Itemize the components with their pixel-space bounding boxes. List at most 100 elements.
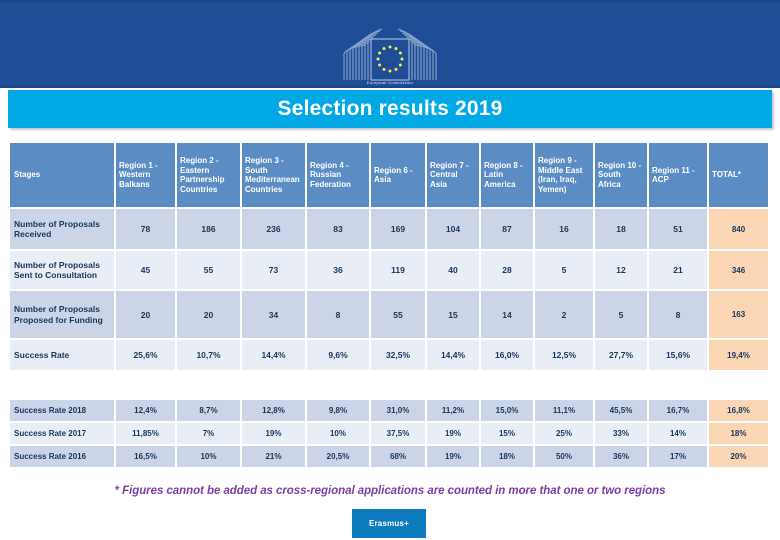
cell: 8: [307, 291, 369, 338]
cell: 32,5%: [371, 340, 425, 370]
cell: 5: [595, 291, 647, 338]
table-row: Success Rate 25,6% 10,7% 14,4% 9,6% 32,5…: [10, 340, 768, 370]
cell: 20: [116, 291, 175, 338]
row-label-success-rate: Success Rate: [10, 340, 114, 370]
cell: 14: [481, 291, 533, 338]
cell: 11,1%: [535, 400, 593, 421]
column-header-total: TOTAL*: [709, 143, 768, 207]
column-header-region-2: Region 2 - Eastern Partnership Countries: [177, 143, 240, 207]
logo-caption: European Commission: [366, 80, 414, 85]
cell-total: 163: [709, 291, 768, 338]
column-header-region-7: Region 7 - Central Asia: [427, 143, 479, 207]
cell: 12,4%: [116, 400, 175, 421]
cell: 19%: [427, 446, 479, 467]
cell: 20,5%: [307, 446, 369, 467]
column-header-region-4: Region 4 - Russian Federation: [307, 143, 369, 207]
cell: 14%: [649, 423, 707, 444]
cell: 11,85%: [116, 423, 175, 444]
cell: 9,8%: [307, 400, 369, 421]
cell: 12,5%: [535, 340, 593, 370]
cell: 2: [535, 291, 593, 338]
cell: 18: [595, 209, 647, 249]
cell: 55: [371, 291, 425, 338]
table-row: Number of Proposals Received 78 186 236 …: [10, 209, 768, 249]
cell: 7%: [177, 423, 240, 444]
cell: 11,2%: [427, 400, 479, 421]
cell: 10%: [307, 423, 369, 444]
cell: 104: [427, 209, 479, 249]
cell: 21%: [242, 446, 305, 467]
cell: 8: [649, 291, 707, 338]
cell-total: 16,8%: [709, 400, 768, 421]
table-header-row: Stages Region 1 - Western Balkans Region…: [10, 143, 768, 207]
column-header-region-11: Region 11 - ACP: [649, 143, 707, 207]
cell: 27,7%: [595, 340, 647, 370]
cell-total: 840: [709, 209, 768, 249]
cell: 87: [481, 209, 533, 249]
cell: 33%: [595, 423, 647, 444]
cell: 14,4%: [427, 340, 479, 370]
cell: 186: [177, 209, 240, 249]
selection-results-table: Stages Region 1 - Western Balkans Region…: [8, 141, 770, 372]
cell: 5: [535, 251, 593, 289]
cell: 10%: [177, 446, 240, 467]
cell: 17%: [649, 446, 707, 467]
cell: 73: [242, 251, 305, 289]
cell-total: 19,4%: [709, 340, 768, 370]
column-header-region-10: Region 10 - South Africa: [595, 143, 647, 207]
table-row: Success Rate 2018 12,4% 8,7% 12,8% 9,8% …: [10, 400, 768, 421]
european-commission-logo: [336, 24, 444, 86]
table-row: Success Rate 2017 11,85% 7% 19% 10% 37,5…: [10, 423, 768, 444]
cell-total: 20%: [709, 446, 768, 467]
column-header-region-9: Region 9 - Middle East (Iran, Iraq, Yeme…: [535, 143, 593, 207]
column-header-stages: Stages: [10, 143, 114, 207]
cell: 12,8%: [242, 400, 305, 421]
cell: 16: [535, 209, 593, 249]
cell: 169: [371, 209, 425, 249]
cell: 19%: [242, 423, 305, 444]
cell: 16,5%: [116, 446, 175, 467]
cell: 55: [177, 251, 240, 289]
column-header-region-3: Region 3 - South Mediterranean Countries: [242, 143, 305, 207]
cell: 236: [242, 209, 305, 249]
cell: 19%: [427, 423, 479, 444]
row-label-success-rate-2017: Success Rate 2017: [10, 423, 114, 444]
cell: 45: [116, 251, 175, 289]
cell: 16,0%: [481, 340, 533, 370]
cell: 37,5%: [371, 423, 425, 444]
cell: 36%: [595, 446, 647, 467]
top-banner: European Commission: [0, 0, 780, 88]
historical-success-rate-table-wrapper: Success Rate 2018 12,4% 8,7% 12,8% 9,8% …: [8, 398, 768, 469]
table-row: Number of Proposals Proposed for Funding…: [10, 291, 768, 338]
table-row: Number of Proposals Sent to Consultation…: [10, 251, 768, 289]
cell: 9,6%: [307, 340, 369, 370]
cell: 15,0%: [481, 400, 533, 421]
cell: 16,7%: [649, 400, 707, 421]
title-bar: Selection results 2019: [8, 90, 772, 128]
row-label-proposals-received: Number of Proposals Received: [10, 209, 114, 249]
column-header-region-1: Region 1 - Western Balkans: [116, 143, 175, 207]
cell: 21: [649, 251, 707, 289]
cell: 50%: [535, 446, 593, 467]
cell: 40: [427, 251, 479, 289]
cell: 119: [371, 251, 425, 289]
cell: 51: [649, 209, 707, 249]
cell: 25%: [535, 423, 593, 444]
cell: 31,0%: [371, 400, 425, 421]
cell: 68%: [371, 446, 425, 467]
column-header-region-6: Region 6 - Asia: [371, 143, 425, 207]
table-body: Number of Proposals Received 78 186 236 …: [10, 209, 768, 370]
cell: 36: [307, 251, 369, 289]
cell: 34: [242, 291, 305, 338]
footnote: * Figures cannot be added as cross-regio…: [114, 485, 666, 497]
cell: 15: [427, 291, 479, 338]
cell: 25,6%: [116, 340, 175, 370]
cell: 15,6%: [649, 340, 707, 370]
cell: 28: [481, 251, 533, 289]
row-label-proposals-sent: Number of Proposals Sent to Consultation: [10, 251, 114, 289]
cell: 45,5%: [595, 400, 647, 421]
table-row: Success Rate 2016 16,5% 10% 21% 20,5% 68…: [10, 446, 768, 467]
cell: 20: [177, 291, 240, 338]
cell: 78: [116, 209, 175, 249]
cell-total: 346: [709, 251, 768, 289]
